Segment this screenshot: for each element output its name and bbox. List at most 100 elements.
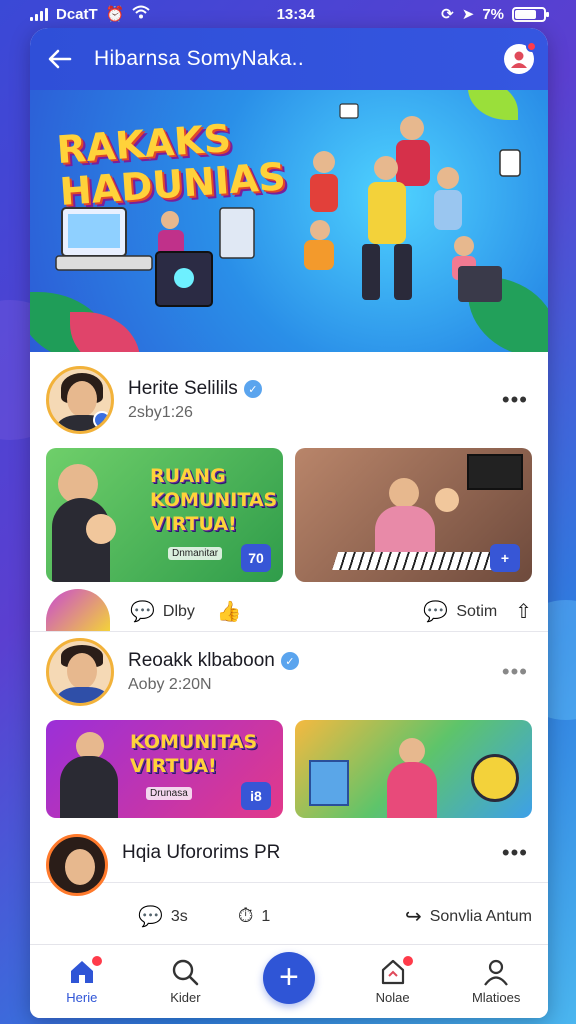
more-options-button[interactable]: ••• <box>498 655 532 689</box>
wall-screen <box>467 454 523 490</box>
comment-label: Dlby <box>162 602 195 620</box>
media-card[interactable] <box>295 720 532 818</box>
post: Herite Selilils ✓ 2sby1:26 ••• RUANG KOM… <box>30 352 548 632</box>
card-headline: RUANG KOMUNITAS VIRTUA! <box>150 465 278 535</box>
avatar-face <box>67 381 97 417</box>
like-button[interactable]: 👍 <box>217 599 242 624</box>
share-button[interactable]: ↪ Sonvlia Antum <box>405 904 532 929</box>
status-time: 13:34 <box>276 5 315 23</box>
avatar[interactable] <box>46 834 108 896</box>
building-illustration <box>309 760 349 806</box>
battery-fill <box>515 9 536 19</box>
post-author[interactable]: Herite Selilils ✓ <box>128 378 498 400</box>
back-button[interactable] <box>44 43 76 75</box>
alarm-icon: ⏰ <box>105 6 125 23</box>
media-card-row: RUANG KOMUNITAS VIRTUA! Dnmanitar 70 + <box>30 434 548 582</box>
share-icon: ⇧ <box>515 601 532 623</box>
post-timestamp: 2sby1:26 <box>128 404 193 421</box>
post-author[interactable]: Hqia Ufororims PR <box>122 842 498 864</box>
nav-label: Mlatioes <box>471 990 521 1005</box>
create-post-button[interactable]: + <box>262 951 315 1004</box>
media-card[interactable]: RUANG KOMUNITAS VIRTUA! Dnmanitar 70 <box>46 448 283 582</box>
media-card[interactable]: + <box>295 448 532 582</box>
nav-item-create[interactable]: + <box>249 951 329 1004</box>
card-count-badge: 70 <box>241 544 271 572</box>
post-header: Reoakk klbaboon ✓ Aoby 2:20N ••• <box>30 632 548 706</box>
person-illustration <box>60 756 118 818</box>
nav-item-home[interactable]: Herie <box>42 954 122 1005</box>
author-name: Reoakk klbaboon <box>128 650 275 671</box>
nav-label: Herie <box>66 990 98 1005</box>
post-meta: Hqia Ufororims PR <box>122 842 498 864</box>
user-icon <box>511 51 527 68</box>
carrier-label: DcatT <box>56 5 98 23</box>
person-illustration <box>387 762 437 818</box>
game-wheel-illustration <box>471 754 519 802</box>
more-options-button[interactable]: ••• <box>498 836 532 870</box>
avatar[interactable] <box>46 638 114 706</box>
comment-button[interactable]: 💬 Dlby <box>130 599 195 624</box>
post-author[interactable]: Reoakk klbaboon ✓ <box>128 650 498 672</box>
verified-icon: ✓ <box>243 380 262 398</box>
share-arrow-icon: ↪ <box>404 906 422 928</box>
media-card-row: KOMUNITAS VIRTUA! Drunasa i8 <box>30 706 548 818</box>
card-caption: Drunasa <box>146 787 192 800</box>
piano-keyboard <box>332 552 508 570</box>
reply-label: Sotim <box>456 602 498 620</box>
nav-badge-dot <box>400 954 415 968</box>
author-name: Hqia Ufororims PR <box>122 842 281 863</box>
reply-button[interactable]: 💬 Sotim <box>423 599 497 624</box>
card-caption: Dnmanitar <box>168 547 223 560</box>
avatar-body <box>57 687 109 703</box>
page-title: Hibarnsa SomyNaka.. <box>94 47 304 70</box>
bottom-navigation: Herie Kider + Nolae Mlatioes <box>30 944 548 1018</box>
avatar-face <box>65 849 95 885</box>
share-button[interactable]: ⇧ <box>515 599 532 624</box>
child-illustration <box>435 488 459 512</box>
nav-badge-dot <box>89 954 104 968</box>
comment-count: 3s <box>170 907 188 925</box>
chat-bubble-icon: 💬 <box>423 601 449 623</box>
nav-item-search[interactable]: Kider <box>145 958 225 1005</box>
more-options-button[interactable]: ••• <box>498 383 532 417</box>
card-action-badge[interactable]: + <box>490 544 520 572</box>
location-icon: ➤ <box>461 6 475 23</box>
profile-avatar-button[interactable] <box>504 41 537 74</box>
child-illustration <box>86 514 116 544</box>
post: Hqia Ufororims PR ••• 💬 3s ⏱ 1 ↪ Sonvlia… <box>30 818 548 940</box>
post-feed: Herite Selilils ✓ 2sby1:26 ••• RUANG KOM… <box>30 352 548 940</box>
sync-icon: ⟳ <box>441 6 454 23</box>
wifi-icon <box>132 5 151 23</box>
battery-icon <box>512 6 549 22</box>
signal-icon <box>30 7 48 21</box>
mascot-avatar <box>46 588 110 631</box>
post-meta: Reoakk klbaboon ✓ Aoby 2:20N <box>128 650 498 694</box>
avatar[interactable] <box>46 366 114 434</box>
search-icon <box>171 958 199 986</box>
comment-button[interactable]: 💬 3s <box>138 904 188 929</box>
avatar-badge-icon <box>93 411 111 429</box>
app-window: Hibarnsa SomyNaka.. RAKAKS HADUNIAS Heri… <box>30 28 548 1018</box>
notification-dot <box>526 41 537 52</box>
card-headline: KOMUNITAS VIRTUA! <box>130 731 258 777</box>
nav-item-profile[interactable]: Mlatioes <box>456 958 536 1005</box>
verified-icon: ✓ <box>280 652 299 670</box>
post: Reoakk klbaboon ✓ Aoby 2:20N ••• KOMUNIT… <box>30 632 548 818</box>
battery-label: 7% <box>482 5 504 23</box>
share-label: Sonvlia Antum <box>429 907 532 925</box>
media-card[interactable]: KOMUNITAS VIRTUA! Drunasa i8 <box>46 720 283 818</box>
nav-item-notifications[interactable]: Nolae <box>353 954 433 1005</box>
person-illustration <box>375 506 435 556</box>
card-count-badge: i8 <box>241 782 271 810</box>
like-button[interactable]: ⏱ 1 <box>238 905 271 928</box>
hero-illustration <box>55 103 521 307</box>
post-header: Herite Selilils ✓ 2sby1:26 ••• <box>30 352 548 434</box>
comment-icon: 💬 <box>138 906 163 928</box>
author-name: Herite Selilils <box>128 378 238 399</box>
person-illustration <box>389 478 419 508</box>
hero-banner[interactable]: RAKAKS HADUNIAS <box>30 90 548 352</box>
nav-label: Nolae <box>375 990 410 1005</box>
plus-icon: + <box>279 958 299 996</box>
reaction-icon: ⏱ <box>237 905 254 927</box>
back-arrow-icon <box>48 49 72 69</box>
